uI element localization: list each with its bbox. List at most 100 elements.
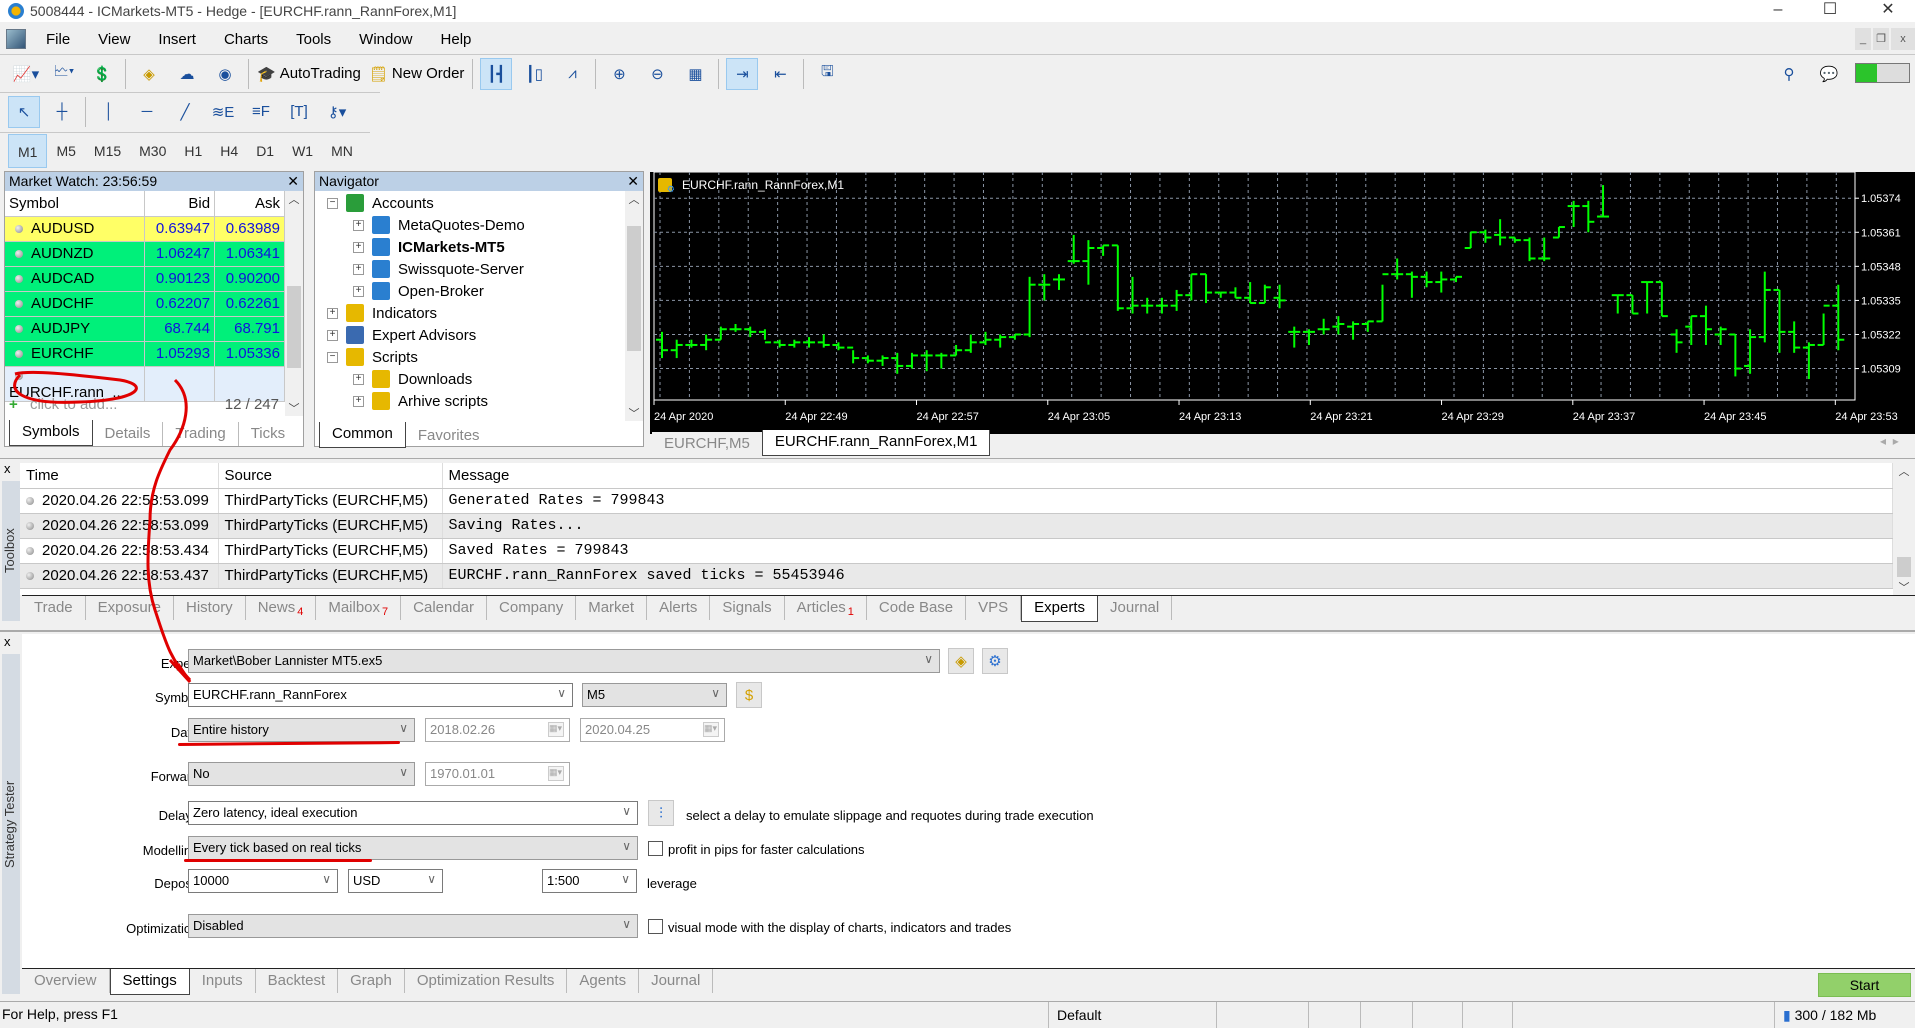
log-row[interactable]: 2020.04.26 22:58:53.099 ThirdPartyTicks (…	[20, 488, 1893, 514]
expander-icon[interactable]: +	[327, 329, 338, 341]
new-order-button[interactable]: 🗒 New Order	[368, 58, 466, 90]
menu-window[interactable]: Window	[345, 31, 426, 48]
timeframe-d1[interactable]: D1	[247, 134, 283, 168]
timeframe-h1[interactable]: H1	[175, 134, 211, 168]
column-header-bid[interactable]: Bid	[144, 191, 216, 217]
market-watch-scrollbar[interactable]: ︿ ﹀	[285, 191, 303, 416]
menu-help[interactable]: Help	[427, 31, 486, 48]
navigator-item[interactable]: + Downloads	[353, 368, 472, 390]
expander-icon[interactable]: −	[327, 351, 338, 363]
navigator-item[interactable]: + Expert Advisors	[327, 324, 476, 346]
market-watch-row[interactable]: AUDCAD 0.90123 0.90200	[5, 266, 285, 292]
horizontal-line-button[interactable]: ─	[131, 96, 163, 128]
tile-windows-button[interactable]: ▦	[679, 58, 711, 90]
menu-view[interactable]: View	[84, 31, 144, 48]
tab-symbols[interactable]: Symbols	[9, 420, 93, 446]
column-header-ask[interactable]: Ask	[214, 191, 285, 217]
deposit-select[interactable]: 10000 ∨	[188, 869, 338, 893]
close-navigator-button[interactable]: ✕	[627, 172, 639, 191]
expander-icon[interactable]: +	[353, 219, 364, 231]
navigator-item[interactable]: − Accounts	[327, 192, 434, 214]
column-header-source[interactable]: Source	[218, 463, 443, 489]
tester-tab-backtest[interactable]: Backtest	[256, 969, 339, 993]
tester-tab-agents[interactable]: Agents	[567, 969, 640, 993]
tester-tab-optimization-results[interactable]: Optimization Results	[405, 969, 568, 993]
chart-shift-button[interactable]: ⇤	[764, 58, 796, 90]
menu-file[interactable]: File	[32, 31, 84, 48]
market-watch-row[interactable]: AUDNZD 1.06247 1.06341	[5, 241, 285, 267]
trendline-button[interactable]: ╱	[169, 96, 201, 128]
timeframe-mn[interactable]: MN	[322, 134, 362, 168]
toolbox-tab-signals[interactable]: Signals	[710, 596, 785, 620]
navigator-item[interactable]: + MetaQuotes-Demo	[353, 214, 525, 236]
tab-ticks[interactable]: Ticks	[239, 422, 297, 446]
visual-mode-checkbox[interactable]	[648, 919, 663, 934]
new-chart-button[interactable]: 📈▾	[10, 58, 42, 90]
scroll-up-icon[interactable]: ︿	[625, 191, 643, 207]
symbol-properties-button[interactable]: $	[736, 682, 762, 708]
search-button[interactable]: ⚲	[1773, 58, 1805, 90]
add-symbol-row[interactable]: + click to add... 12 / 247	[9, 396, 285, 418]
text-button[interactable]: [T]	[283, 96, 315, 128]
status-profile[interactable]: Default	[1048, 1002, 1216, 1028]
calendar-icon[interactable]: ▦▾	[703, 722, 719, 737]
scroll-down-icon[interactable]: ﹀	[1895, 579, 1913, 595]
date-from-field[interactable]: 2018.02.26 ▦▾	[425, 718, 570, 742]
delays-select[interactable]: Zero latency, ideal execution ∨	[188, 801, 638, 825]
toolbox-tab-experts[interactable]: Experts	[1021, 596, 1099, 622]
scroll-up-icon[interactable]: ︿	[285, 191, 303, 207]
close-window-button[interactable]: ✕	[1865, 0, 1911, 22]
toolbox-tab-exposure[interactable]: Exposure	[86, 596, 175, 620]
toolbox-tab-vps[interactable]: VPS	[966, 596, 1022, 620]
line-chart-button[interactable]: ⩘	[556, 58, 588, 90]
timeframe-w1[interactable]: W1	[283, 134, 322, 168]
navigator-item[interactable]: + Arhive scripts	[353, 390, 488, 412]
scroll-up-icon[interactable]: ︿	[1895, 463, 1913, 479]
column-header-time[interactable]: Time	[20, 463, 219, 489]
column-header-message[interactable]: Message	[442, 463, 1893, 489]
log-row[interactable]: 2020.04.26 22:58:53.099 ThirdPartyTicks (…	[20, 513, 1893, 539]
toolbox-tab-company[interactable]: Company	[487, 596, 577, 620]
navigator-item[interactable]: − Scripts	[327, 346, 418, 368]
forward-date-field[interactable]: 1970.01.01 ▦▾	[425, 762, 570, 786]
elliott-button[interactable]: ≋E	[207, 96, 239, 128]
tab-trading[interactable]: Trading	[163, 422, 239, 446]
toolbox-tab-journal[interactable]: Journal	[1098, 596, 1173, 620]
toolbox-tab-code-base[interactable]: Code Base	[867, 596, 967, 620]
close-toolbox-button[interactable]: x	[4, 461, 11, 476]
candlestick-button[interactable]: ┃▯	[518, 58, 550, 90]
navigator-item[interactable]: + Indicators	[327, 302, 437, 324]
templates-button[interactable]: 🖫	[811, 58, 843, 90]
market-watch-row[interactable]: EURCHF 1.05293 1.05336	[5, 341, 285, 367]
tester-tab-settings[interactable]: Settings	[109, 969, 190, 995]
bar-chart-button[interactable]: ┃┫	[480, 57, 513, 90]
market-watch-toggle[interactable]: 💲	[86, 58, 118, 90]
expert-select[interactable]: Market\Bober Lannister MT5.ex5 ∨	[188, 649, 940, 673]
timeframe-m5[interactable]: M5	[47, 134, 84, 168]
chart-tab-eurchf-m5[interactable]: EURCHF,M5	[652, 432, 762, 456]
zoom-out-button[interactable]: ⊖	[641, 58, 673, 90]
log-row[interactable]: 2020.04.26 22:58:53.437 ThirdPartyTicks (…	[20, 563, 1893, 589]
column-header-symbol[interactable]: Symbol	[5, 191, 146, 217]
vertical-line-button[interactable]: │	[93, 96, 125, 128]
scroll-thumb[interactable]	[287, 286, 301, 368]
tester-tab-journal[interactable]: Journal	[639, 969, 714, 993]
timeframe-h4[interactable]: H4	[211, 134, 247, 168]
expander-icon[interactable]: +	[353, 241, 364, 253]
vps-button[interactable]: ☁	[171, 58, 203, 90]
scroll-left-icon[interactable]: ◂	[1880, 434, 1886, 448]
cursor-button[interactable]: ↖	[8, 95, 40, 128]
navigator-item[interactable]: + Open-Broker	[353, 280, 484, 302]
minimize-button[interactable]: –	[1755, 0, 1801, 22]
mdi-restore-button[interactable]: ❐	[1873, 28, 1889, 50]
navigator-toggle[interactable]: ◈	[133, 58, 165, 90]
expander-icon[interactable]: +	[327, 307, 338, 319]
delay-settings-button[interactable]: ⫶	[648, 800, 674, 826]
date-range-select[interactable]: Entire history ∨	[188, 718, 415, 742]
navigator-scrollbar[interactable]: ︿ ﹀	[625, 191, 643, 421]
status-memory[interactable]: ▮ 300 / 182 Mb	[1774, 1002, 1904, 1028]
expander-icon[interactable]: +	[353, 263, 364, 275]
scroll-thumb[interactable]	[627, 226, 641, 351]
profit-in-pips-checkbox[interactable]	[648, 841, 663, 856]
toolbox-tab-calendar[interactable]: Calendar	[401, 596, 488, 620]
